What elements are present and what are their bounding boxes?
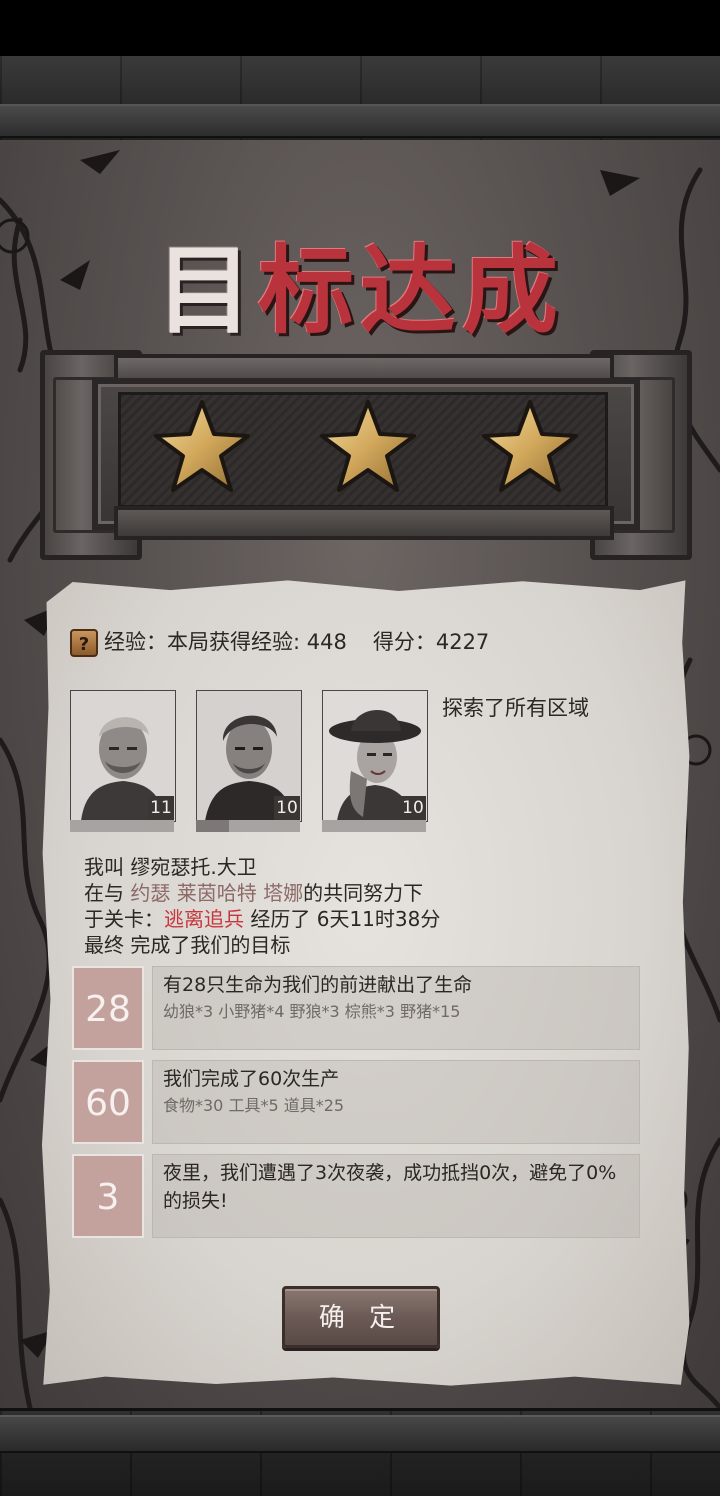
hero-level-1: 11 — [148, 796, 174, 820]
confirm-button[interactable]: 确 定 — [282, 1286, 440, 1348]
hero-portrait-2[interactable]: 10 — [196, 690, 302, 832]
stat-detail: 有28只生命为我们的前进献出了生命 幼狼*3 小野猪*4 野狼*3 棕熊*3 野… — [152, 966, 640, 1050]
hero-exp-bar-1 — [70, 820, 174, 832]
stat-main-text: 有28只生命为我们的前进献出了生命 — [163, 974, 473, 996]
story-line-1: 我叫 缪宛瑟托.大卫 — [84, 855, 257, 879]
story-line-4: 最终 完成了我们的目标 — [84, 933, 291, 957]
stat-main-text: 夜里，我们遭遇了3次夜袭，成功抵挡0次，避免了0%的损失! — [163, 1162, 617, 1212]
star-plaque — [22, 350, 698, 560]
hero-portrait-3[interactable]: 10 — [322, 690, 428, 832]
page-title: 目标达成 — [0, 236, 720, 346]
star-icon-3 — [482, 400, 578, 492]
stat-sub-text: 幼狼*3 小野猪*4 野狼*3 棕熊*3 野猪*15 — [163, 1002, 461, 1021]
wooden-frame-top — [0, 56, 720, 143]
status-bar — [0, 0, 720, 56]
stat-sub-text: 食物*30 工具*5 道具*25 — [163, 1096, 345, 1115]
experience-line: ? 经验：本局获得经验: 448 得分：4227 — [70, 625, 489, 659]
star-icon-1 — [154, 400, 250, 492]
hero-exp-bar-2 — [196, 820, 300, 832]
game-screen: 目标达成 ? 经验：本局获得经验: 448 得分：4227 11 10 10 探… — [0, 0, 720, 1496]
title-part-1: 目 — [156, 235, 258, 347]
hero-exp-bar-3 — [322, 820, 426, 832]
teammate-names: 约瑟 莱茵哈特 塔娜 — [130, 881, 304, 905]
star-icon-2 — [320, 400, 416, 492]
title-part-2: 标达成 — [258, 235, 564, 347]
story-line-3: 于关卡：逃离追兵 经历了 6天11时38分 — [84, 907, 441, 931]
stage-name: 逃离追兵 — [164, 907, 244, 931]
experience-label: 经验：本局获得经验: 448 — [104, 630, 347, 654]
stat-number: 3 — [72, 1154, 144, 1238]
score-label: 得分：4227 — [372, 630, 490, 654]
story-text: 我叫 缪宛瑟托.大卫 在与 约瑟 莱茵哈特 塔娜的共同努力下 于关卡：逃离追兵 … — [84, 854, 440, 958]
stat-main-text: 我们完成了60次生产 — [163, 1068, 340, 1090]
hero-portrait-1[interactable]: 11 — [70, 690, 176, 832]
stat-detail: 夜里，我们遭遇了3次夜袭，成功抵挡0次，避免了0%的损失! — [152, 1154, 640, 1238]
stat-number: 28 — [72, 966, 144, 1050]
stat-number: 60 — [72, 1060, 144, 1144]
hero-level-3: 10 — [400, 796, 426, 820]
story-line-2: 在与 约瑟 莱茵哈特 塔娜的共同努力下 — [84, 881, 424, 905]
stat-detail: 我们完成了60次生产 食物*30 工具*5 道具*25 — [152, 1060, 640, 1144]
hero-level-2: 10 — [274, 796, 300, 820]
wooden-frame-bottom — [0, 1408, 720, 1496]
help-icon[interactable]: ? — [70, 629, 98, 657]
achievement-text: 探索了所有区域 — [442, 696, 589, 720]
